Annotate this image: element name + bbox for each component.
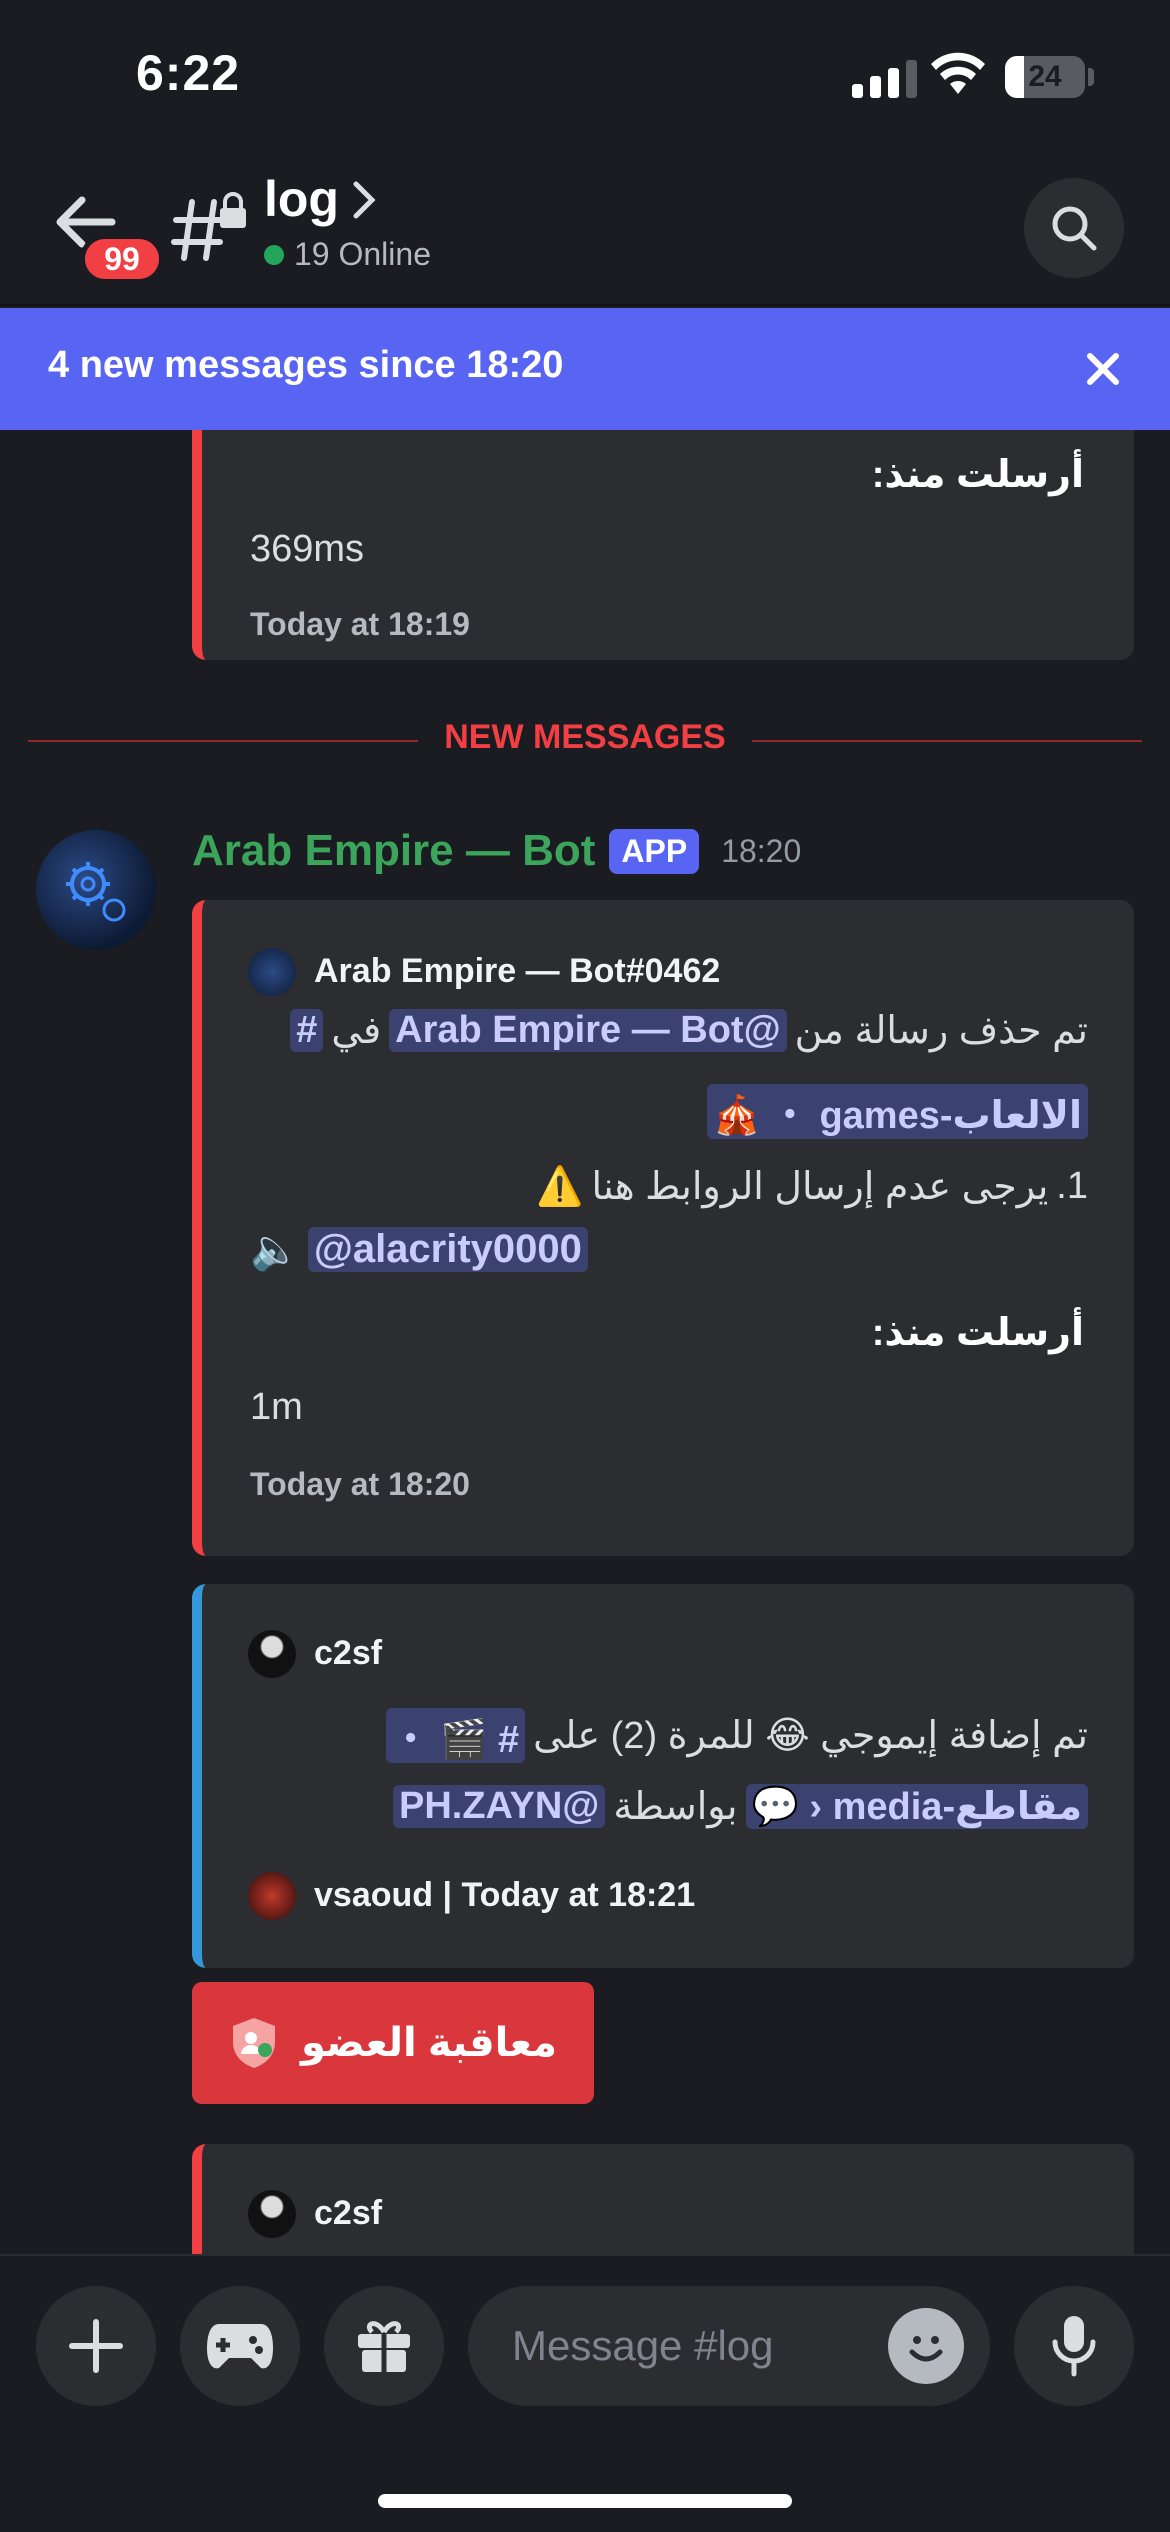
gamepad-icon	[207, 2324, 273, 2369]
circus-tent-emoji: 🎪	[712, 1095, 761, 1137]
author-name[interactable]: Arab Empire — Bot	[192, 826, 595, 876]
footer-avatar	[248, 1872, 296, 1920]
previous-embed: أرسلت منذ: 369ms Today at 18:19	[192, 430, 1134, 660]
battery-percent: 24	[1028, 60, 1062, 93]
embed-field-value: 369ms	[250, 528, 365, 570]
new-messages-divider: NEW MESSAGES	[0, 718, 1170, 757]
channel-mention[interactable]: # 🎬 ・	[385, 1708, 526, 1763]
gift-icon	[358, 2321, 410, 2372]
online-count: 19 Online	[264, 236, 431, 273]
status-time: 6:22	[136, 45, 241, 101]
emoji-log-embed: c2sf تم إضافة إيموجي 😂 للمرة (2) على # 🎬…	[192, 1584, 1134, 1968]
message-list[interactable]: أرسلت منذ: 369ms Today at 18:19 NEW MESS…	[0, 430, 1170, 2254]
mention-line: 🔈 @alacrity0000	[250, 1226, 588, 1273]
search-icon	[1052, 206, 1097, 251]
list-number: 1.	[1056, 1165, 1088, 1207]
embed-field-label: أرسلت منذ:	[871, 454, 1084, 496]
embed-text: يرجى عدم إرسال الروابط هنا	[591, 1166, 1049, 1208]
plus-icon	[69, 2319, 123, 2373]
embed-footer: vsaoud | Today at 18:21	[314, 1876, 696, 1914]
embed-author: c2sf	[314, 1634, 383, 1672]
embed-author: Arab Empire — Bot#0462	[314, 952, 721, 990]
embed-text: بواسطة	[613, 1786, 738, 1828]
close-icon[interactable]	[1086, 352, 1120, 386]
message-input-placeholder: Message #log	[512, 2322, 774, 2369]
battery-icon: 24	[1005, 56, 1085, 98]
bot-avatar[interactable]	[36, 830, 156, 950]
smiley-icon	[909, 2336, 943, 2362]
embed-field-value: 1m	[250, 1386, 303, 1428]
channel-mention[interactable]: الالعاب-games ・ 🎪	[706, 1084, 1088, 1139]
online-text: 19 Online	[294, 236, 431, 272]
user-mention[interactable]: @PH.ZAYN	[392, 1785, 606, 1828]
user-mention[interactable]: @alacrity0000	[307, 1227, 588, 1272]
cellular-signal-icon	[852, 58, 917, 98]
third-embed: c2sf	[192, 2144, 1134, 2254]
warning-emoji: ⚠️	[536, 1165, 584, 1208]
status-bar: 6:22 24	[0, 0, 1170, 150]
online-dot-icon	[264, 244, 284, 265]
message-composer: Message #log	[0, 2254, 1170, 2532]
battery-nub	[1088, 68, 1094, 86]
user-mention[interactable]: @Arab Empire — Bot	[389, 1009, 787, 1052]
shield-user-icon	[232, 2018, 275, 2068]
search-button[interactable]	[1024, 178, 1124, 278]
message-author-row: Arab Empire — Bot APP 18:20	[192, 826, 801, 876]
activities-button[interactable]	[180, 2286, 300, 2406]
unread-badge: 99	[80, 234, 164, 284]
message-input[interactable]: Message #log	[468, 2286, 990, 2406]
embed-text: تم إضافة إيموجي 😂 للمرة (2) على	[533, 1715, 1088, 1757]
new-messages-banner[interactable]: 4 new messages since 18:20	[0, 308, 1170, 430]
channel-mention-text: الالعاب-games ・	[770, 1095, 1082, 1137]
embed-description-line: تم إضافة إيموجي 😂 للمرة (2) على # 🎬 ・	[385, 1708, 1088, 1763]
embed-text: في	[331, 1010, 382, 1052]
channel-name[interactable]: log	[264, 170, 339, 228]
embed-footer: Today at 18:20	[250, 1466, 470, 1502]
delete-log-embed: Arab Empire — Bot#0462 تم حذف رسالة من @…	[192, 900, 1134, 1556]
embed-list-item: 1. يرجى عدم إرسال الروابط هنا ⚠️	[536, 1164, 1088, 1209]
channel-mention[interactable]: مقاطع-media ‹ 💬	[745, 1784, 1088, 1829]
embed-description-line: مقاطع-media ‹ 💬 بواسطة @PH.ZAYN	[392, 1784, 1088, 1829]
divider-label: NEW MESSAGES	[418, 718, 752, 756]
button-label: معاقبة العضو	[300, 2021, 558, 2065]
punish-member-button[interactable]: معاقبة العضو	[192, 1982, 594, 2104]
gears-icon	[66, 862, 126, 922]
app-tag: APP	[609, 828, 700, 874]
embed-footer: Today at 18:19	[250, 606, 470, 642]
gift-button[interactable]	[324, 2286, 444, 2406]
channel-header: 99 log 19 Online	[0, 150, 1170, 306]
embed-author: c2sf	[314, 2194, 383, 2232]
embed-text: تم حذف رسالة من	[794, 1010, 1088, 1052]
embed-author-avatar	[248, 2190, 296, 2238]
embed-field-label: أرسلت منذ:	[871, 1312, 1084, 1354]
speaker-icon: 🔈	[250, 1228, 300, 1272]
home-indicator[interactable]	[378, 2494, 792, 2508]
embed-author-avatar	[248, 1630, 296, 1678]
chevron-right-icon[interactable]	[352, 180, 376, 220]
emoji-button[interactable]	[888, 2308, 964, 2384]
embed-description-line: الالعاب-games ・ 🎪	[706, 1084, 1088, 1139]
embed-description-line: تم حذف رسالة من @Arab Empire — Bot في #	[290, 1008, 1088, 1053]
private-channel-icon	[171, 192, 246, 261]
add-attachment-button[interactable]	[36, 2286, 156, 2406]
message-time: 18:20	[721, 832, 802, 869]
banner-text: 4 new messages since 18:20	[48, 344, 564, 386]
wifi-icon	[931, 52, 985, 94]
channel-mention[interactable]: #	[290, 1009, 324, 1052]
voice-message-button[interactable]	[1014, 2286, 1134, 2406]
embed-author-avatar	[248, 948, 296, 996]
microphone-icon	[1052, 2316, 1096, 2377]
